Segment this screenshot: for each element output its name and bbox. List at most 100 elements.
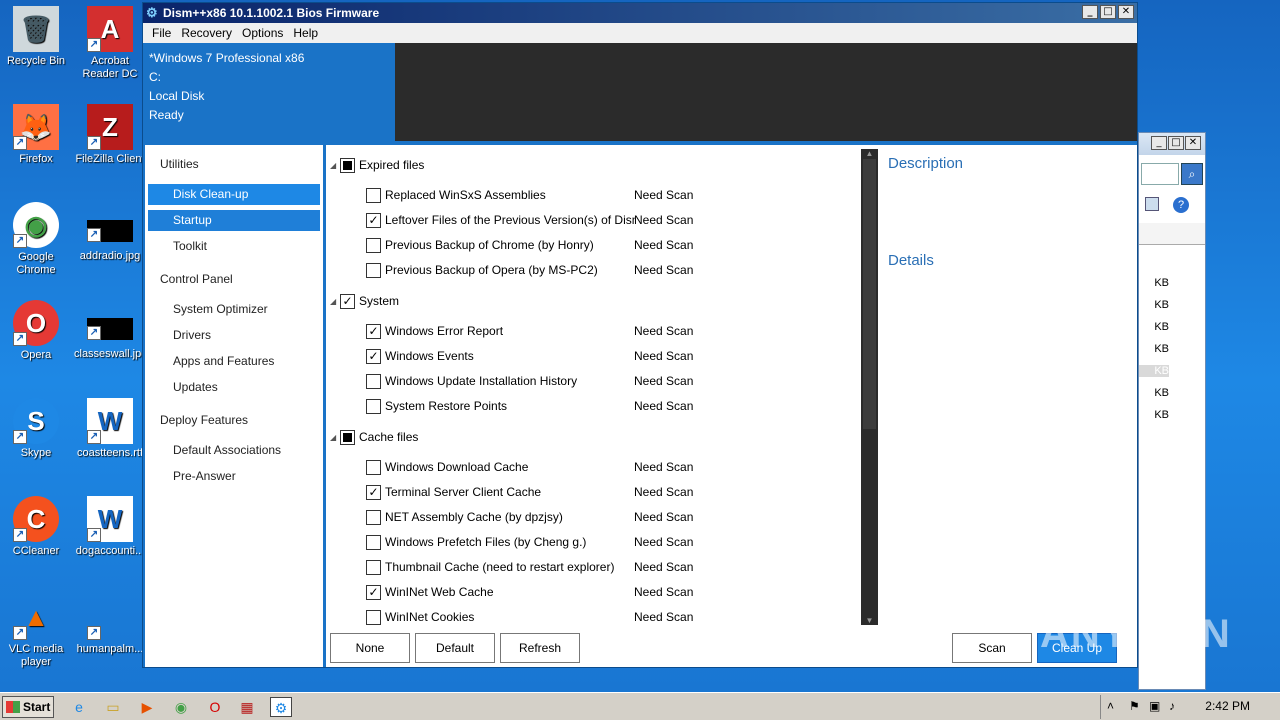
expand-triangle-icon[interactable]: ◢ bbox=[330, 433, 340, 442]
scrollbar-thumb[interactable] bbox=[863, 159, 876, 429]
desktop-icon-10[interactable]: C ↗ CCleaner bbox=[0, 496, 72, 558]
explorer-folder-icon[interactable]: ▭ bbox=[102, 697, 124, 717]
window-titlebar[interactable]: ⚙ Dism++x86 10.1.1002.1 Bios Firmware _ … bbox=[143, 3, 1137, 23]
item-checkbox[interactable] bbox=[366, 509, 381, 525]
sidebar-item-disk-cleanup[interactable]: Disk Clean-up bbox=[148, 184, 320, 205]
cleanup-item-row[interactable]: ✓ Windows Error Report Need Scan bbox=[366, 321, 693, 341]
column-header[interactable] bbox=[1139, 223, 1205, 245]
cleanup-item-row[interactable]: ✓ Terminal Server Client Cache Need Scan bbox=[366, 482, 693, 502]
help-icon[interactable]: ? bbox=[1173, 197, 1189, 213]
item-checkbox[interactable] bbox=[366, 534, 381, 550]
item-checkbox[interactable]: ✓ bbox=[366, 323, 381, 339]
cleanup-item-row[interactable]: WinINet Cookies Need Scan bbox=[366, 607, 693, 625]
volume-icon[interactable]: ♪ bbox=[1169, 699, 1175, 713]
sidebar-item-apps-features[interactable]: Apps and Features bbox=[148, 351, 320, 372]
tree-scrollbar[interactable]: ▲ ▼ bbox=[861, 149, 878, 625]
item-checkbox[interactable] bbox=[366, 187, 381, 203]
item-checkbox[interactable] bbox=[366, 609, 381, 625]
cleanup-item-row[interactable]: System Restore Points Need Scan bbox=[366, 396, 693, 416]
menu-file[interactable]: File bbox=[147, 23, 176, 43]
group-checkbox[interactable]: ✓ bbox=[340, 293, 355, 309]
cleanup-item-row[interactable]: Windows Prefetch Files (by Cheng g.) Need… bbox=[366, 532, 693, 552]
maximize-icon[interactable]: □ bbox=[1100, 5, 1116, 19]
desktop-icon-2[interactable]: 🦊 ↗ Firefox bbox=[0, 104, 72, 166]
desktop-icon-13[interactable]: ↗ humanpalm... bbox=[74, 594, 146, 656]
scroll-down-icon[interactable]: ▼ bbox=[861, 616, 878, 625]
media-player-icon[interactable]: ▶ bbox=[136, 697, 158, 717]
desktop-icon-3[interactable]: Z ↗ FileZilla Client bbox=[74, 104, 146, 166]
background-explorer-window[interactable]: _ □ ✕ ⌕ ? KB KB KB KB KB KB KB bbox=[1138, 132, 1206, 690]
sidebar-item-pre-answer[interactable]: Pre-Answer bbox=[148, 466, 320, 487]
desktop-icon-5[interactable]: ↗ addradio.jpg bbox=[74, 202, 146, 263]
menu-help[interactable]: Help bbox=[288, 23, 323, 43]
sidebar-item-toolkit[interactable]: Toolkit bbox=[148, 236, 320, 257]
minimize-icon[interactable]: _ bbox=[1082, 5, 1098, 19]
cleanup-item-row[interactable]: Windows Download Cache Need Scan bbox=[366, 457, 693, 477]
sidebar-item-startup[interactable]: Startup bbox=[148, 210, 320, 231]
cleanup-item-row[interactable]: NET Assembly Cache (by dpzjsy) Need Scan bbox=[366, 507, 693, 527]
item-checkbox[interactable] bbox=[366, 262, 381, 278]
cleanup-item-row[interactable]: ✓ Windows Events Need Scan bbox=[366, 346, 693, 366]
item-checkbox[interactable] bbox=[366, 459, 381, 475]
search-icon[interactable]: ⌕ bbox=[1181, 163, 1203, 185]
desktop-icon-1[interactable]: A ↗ Acrobat Reader DC bbox=[74, 6, 146, 81]
none-button[interactable]: None bbox=[330, 633, 410, 663]
cleanup-item-row[interactable]: Previous Backup of Chrome (by Honry) Need… bbox=[366, 235, 693, 255]
desktop-icon-4[interactable]: ◉ ↗ Google Chrome bbox=[0, 202, 72, 277]
cleanup-item-row[interactable]: Thumbnail Cache (need to restart explore… bbox=[366, 557, 693, 577]
item-checkbox[interactable]: ✓ bbox=[366, 584, 381, 600]
group-checkbox[interactable] bbox=[340, 429, 355, 445]
group-system[interactable]: ◢ ✓ System bbox=[330, 291, 399, 311]
group-cache-files[interactable]: ◢ Cache files bbox=[330, 427, 418, 447]
image-info-panel[interactable]: *Windows 7 Professional x86 C: Local Dis… bbox=[143, 43, 395, 141]
minimize-icon[interactable]: _ bbox=[1151, 136, 1167, 150]
menu-recovery[interactable]: Recovery bbox=[176, 23, 237, 43]
item-checkbox[interactable] bbox=[366, 237, 381, 253]
clock[interactable]: 2:42 PM bbox=[1205, 699, 1250, 713]
desktop-icon-6[interactable]: O ↗ Opera bbox=[0, 300, 72, 362]
desktop-icon-0[interactable]: 🗑 Recycle Bin bbox=[0, 6, 72, 68]
desktop-icon-12[interactable]: ▲ ↗ VLC media player bbox=[0, 594, 72, 669]
expand-triangle-icon[interactable]: ◢ bbox=[330, 161, 340, 170]
bg-window-titlebar[interactable]: _ □ ✕ bbox=[1139, 133, 1205, 155]
cleanup-item-row[interactable]: ✓ Leftover Files of the Previous Version(… bbox=[366, 210, 693, 230]
sidebar-item-system-optimizer[interactable]: System Optimizer bbox=[148, 299, 320, 320]
group-checkbox[interactable] bbox=[340, 157, 355, 173]
close-icon[interactable]: ✕ bbox=[1118, 5, 1134, 19]
maximize-icon[interactable]: □ bbox=[1168, 136, 1184, 150]
scroll-up-icon[interactable]: ▲ bbox=[861, 149, 878, 158]
cleanup-item-row[interactable]: Previous Backup of Opera (by MS-PC2) Need… bbox=[366, 260, 693, 280]
item-checkbox[interactable] bbox=[366, 398, 381, 414]
desktop-icon-9[interactable]: W ↗ coastteens.rtf bbox=[74, 398, 146, 460]
desktop-icon-8[interactable]: S ↗ Skype bbox=[0, 398, 72, 460]
close-icon[interactable]: ✕ bbox=[1185, 136, 1201, 150]
cleanup-item-row[interactable]: Windows Update Installation History Need … bbox=[366, 371, 693, 391]
cleanup-item-row[interactable]: Replaced WinSxS Assemblies Need Scan bbox=[366, 185, 693, 205]
expand-triangle-icon[interactable]: ◢ bbox=[330, 297, 340, 306]
item-checkbox[interactable]: ✓ bbox=[366, 212, 381, 228]
item-checkbox[interactable]: ✓ bbox=[366, 484, 381, 500]
refresh-button[interactable]: Refresh bbox=[500, 633, 580, 663]
chrome-icon[interactable]: ◉ bbox=[170, 697, 192, 717]
cleanup-item-row[interactable]: ✓ WinINet Web Cache Need Scan bbox=[366, 582, 693, 602]
sidebar-item-drivers[interactable]: Drivers bbox=[148, 325, 320, 346]
group-expired-files[interactable]: ◢ Expired files bbox=[330, 155, 424, 175]
opera-icon[interactable]: O bbox=[204, 697, 226, 717]
internet-explorer-icon[interactable]: e bbox=[68, 697, 90, 717]
network-icon[interactable]: ▣ bbox=[1149, 699, 1160, 713]
scan-button[interactable]: Scan bbox=[952, 633, 1032, 663]
desktop-icon-11[interactable]: W ↗ dogaccounti... bbox=[74, 496, 146, 558]
sidebar-item-updates[interactable]: Updates bbox=[148, 377, 320, 398]
item-checkbox[interactable]: ✓ bbox=[366, 348, 381, 364]
menu-options[interactable]: Options bbox=[237, 23, 288, 43]
bg-search-input[interactable] bbox=[1141, 163, 1179, 185]
pane-toggle-icon[interactable] bbox=[1145, 197, 1159, 211]
item-checkbox[interactable] bbox=[366, 373, 381, 389]
start-button[interactable]: Start bbox=[2, 696, 54, 718]
winrar-icon[interactable]: ▦ bbox=[236, 697, 258, 717]
dism-taskbar-icon[interactable]: ⚙ bbox=[270, 697, 292, 717]
sidebar-item-default-associations[interactable]: Default Associations bbox=[148, 440, 320, 461]
item-checkbox[interactable] bbox=[366, 559, 381, 575]
tray-expand-icon[interactable]: ˄ bbox=[1107, 699, 1114, 713]
action-center-icon[interactable]: ⚑ bbox=[1129, 699, 1140, 713]
